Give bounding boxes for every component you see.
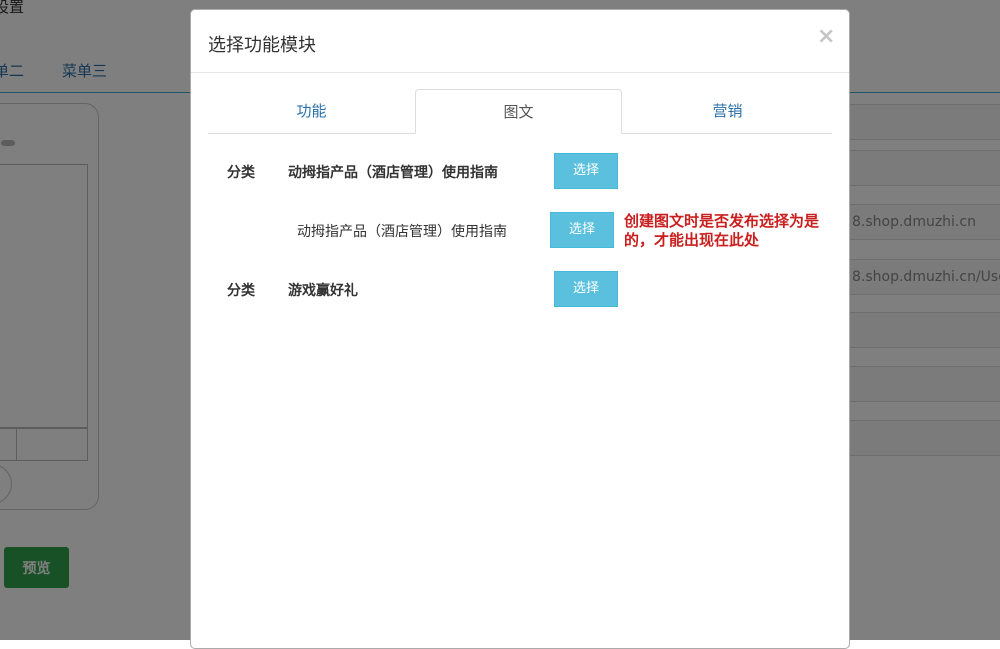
article-title: 游戏赢好礼 <box>288 283 358 299</box>
module-select-modal: 选择功能模块 × 功能 图文 营销 分类 动拇指产品（酒店管理）使用指南 选择 … <box>190 9 850 649</box>
tab-function[interactable]: 功能 <box>208 89 415 133</box>
close-icon[interactable]: × <box>817 24 835 49</box>
select-button[interactable]: 选择 <box>554 153 618 189</box>
annotation-line: 创建图文时是否发布选择为是 <box>624 212 820 230</box>
category-label: 分类 <box>227 165 255 181</box>
tab-graphic-text[interactable]: 图文 <box>415 89 622 134</box>
select-button[interactable]: 选择 <box>550 212 614 248</box>
annotation-line: 的，才能出现在此处 <box>624 231 760 249</box>
modal-title: 选择功能模块 <box>208 35 316 56</box>
article-subitem: 动拇指产品（酒店管理）使用指南 <box>297 224 507 240</box>
select-button[interactable]: 选择 <box>554 271 618 307</box>
tab-bar: 功能 图文 营销 <box>208 89 832 134</box>
annotation-note: 创建图文时是否发布选择为是 的，才能出现在此处 <box>624 212 854 250</box>
tab-marketing[interactable]: 营销 <box>624 89 831 133</box>
modal-header: 选择功能模块 × <box>191 10 849 73</box>
article-title: 动拇指产品（酒店管理）使用指南 <box>288 165 498 181</box>
category-label: 分类 <box>227 283 255 299</box>
